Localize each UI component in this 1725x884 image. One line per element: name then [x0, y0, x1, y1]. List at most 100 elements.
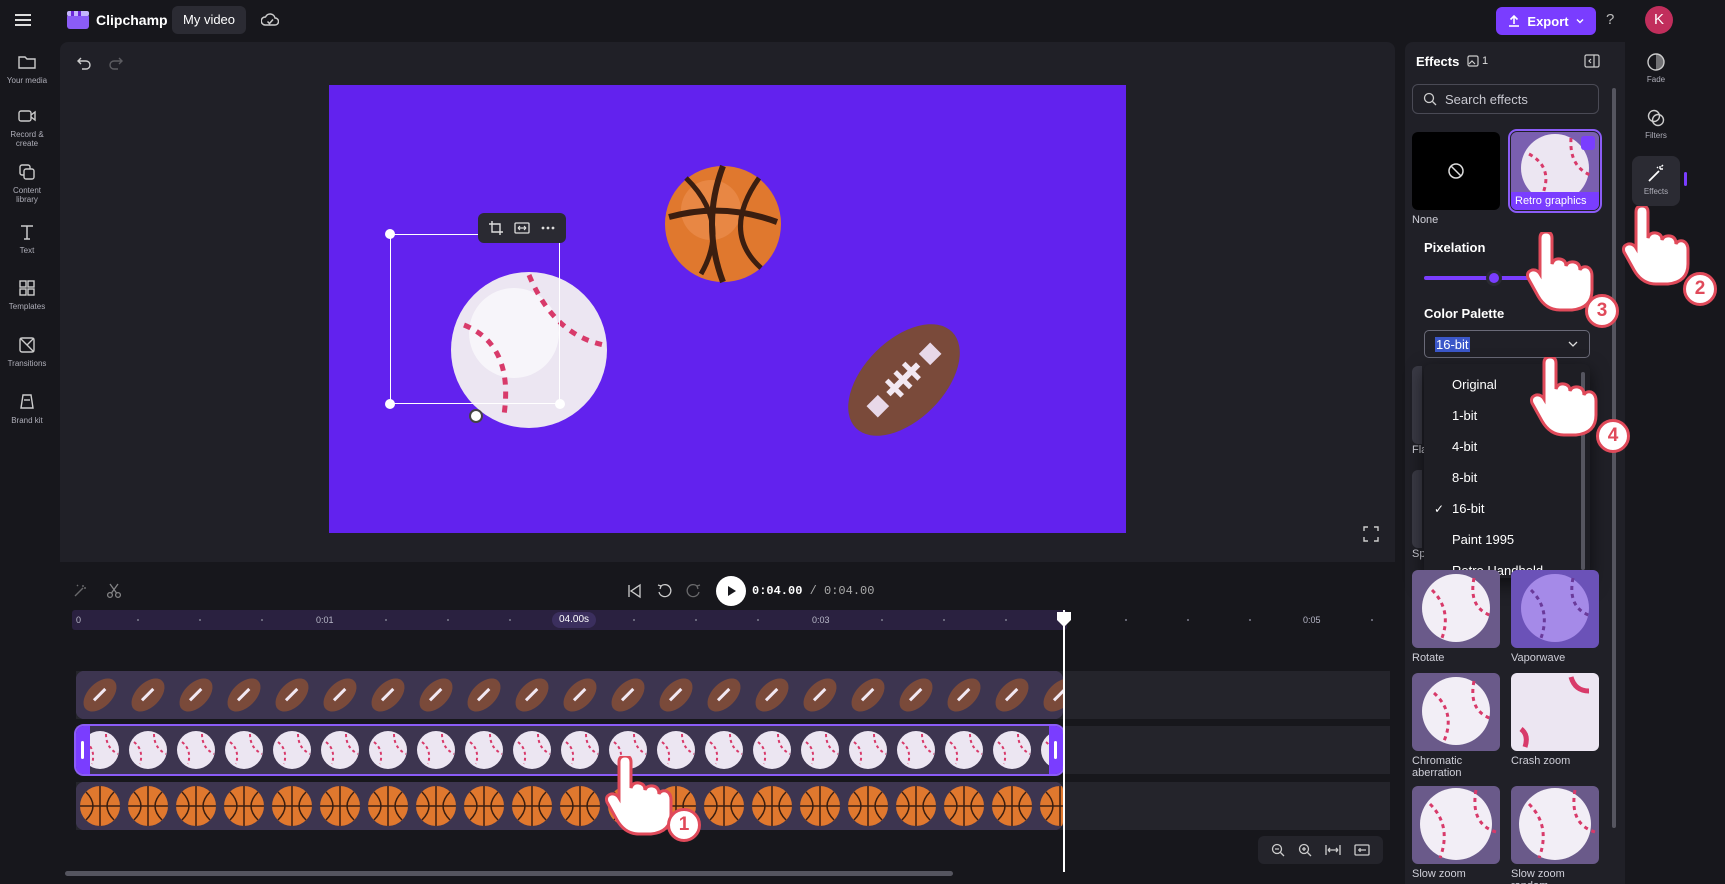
resize-handle[interactable] — [385, 399, 395, 409]
effect-card-label: Vaporwave — [1511, 652, 1566, 664]
basketball-clip[interactable] — [76, 782, 1063, 830]
trim-handle-right[interactable] — [1049, 726, 1063, 774]
menu-icon[interactable] — [14, 11, 32, 29]
palette-option-16bit[interactable]: ✓ 16-bit — [1424, 494, 1582, 524]
timeline-ruler[interactable]: 0 0:01 04.00s 0:03 — [72, 610, 1067, 630]
clipchamp-logo-icon — [67, 11, 89, 29]
crop-icon[interactable] — [489, 221, 504, 235]
project-name-tab[interactable]: My video — [172, 6, 247, 34]
rewind-5s-icon[interactable] — [656, 583, 672, 599]
rail-label: Effects — [1643, 187, 1669, 196]
baseball-clip[interactable] — [74, 724, 1065, 776]
nav-record-create[interactable]: Record & create — [0, 106, 54, 148]
zoom-controls — [1258, 836, 1383, 864]
adjust-settings-icon[interactable] — [1581, 136, 1595, 150]
effect-card-chromatic-aberration[interactable]: Chromatic aberration — [1412, 673, 1500, 779]
timeline-scrollbar[interactable] — [65, 871, 953, 876]
effect-card-label: Crash zoom — [1511, 755, 1571, 767]
palette-option-8bit[interactable]: 8-bit — [1424, 463, 1582, 493]
zoom-in-icon[interactable] — [1298, 843, 1312, 857]
football-image[interactable] — [839, 310, 969, 450]
color-palette-select[interactable]: 16-bit — [1424, 330, 1590, 358]
effect-card-rotate[interactable]: Rotate — [1412, 570, 1500, 664]
search-effects-field[interactable]: Search effects — [1412, 84, 1599, 114]
playhead[interactable] — [1063, 610, 1065, 872]
skip-back-icon[interactable] — [626, 583, 642, 599]
chevron-down-icon — [1576, 19, 1584, 24]
palette-option-paint-1995[interactable]: Paint 1995 — [1424, 525, 1582, 555]
nav-label: Brand kit — [11, 416, 43, 425]
nav-transitions[interactable]: Transitions — [0, 335, 54, 368]
effect-card-partial[interactable] — [1412, 470, 1422, 548]
palette-option-label: 16-bit — [1452, 501, 1485, 516]
text-icon — [21, 225, 33, 240]
rotate-handle-icon[interactable] — [469, 409, 483, 423]
video-canvas[interactable] — [329, 85, 1126, 533]
fit-timeline-icon[interactable] — [1325, 843, 1341, 857]
cloud-sync-icon[interactable] — [261, 12, 279, 28]
rail-filters[interactable]: Filters — [1632, 108, 1680, 140]
pixelation-slider-fill[interactable] — [1424, 276, 1532, 280]
effect-card-crash-zoom[interactable]: Crash zoom — [1511, 673, 1599, 767]
zoom-out-icon[interactable] — [1271, 843, 1285, 857]
nav-content-library[interactable]: Content library — [0, 162, 54, 204]
effect-card-label: Retro graphics — [1511, 192, 1599, 210]
chevron-down-icon — [1568, 341, 1578, 347]
effect-card-retro-graphics[interactable]: Retro graphics — [1508, 129, 1602, 213]
forward-5s-icon[interactable] — [686, 583, 702, 599]
trim-handle-left[interactable] — [76, 726, 90, 774]
crash-zoom-thumbnail — [1519, 676, 1590, 748]
effect-card-label: Rotate — [1412, 652, 1445, 664]
nav-label: Text — [19, 246, 35, 255]
effect-card-label: None — [1412, 214, 1439, 226]
rail-fade[interactable]: Fade — [1632, 52, 1680, 84]
magic-icon[interactable] — [72, 583, 88, 599]
floating-toolbar — [478, 213, 566, 243]
rail-effects[interactable]: Effects — [1632, 156, 1680, 206]
rail-label: Filters — [1645, 131, 1667, 140]
resize-handle[interactable] — [555, 399, 565, 409]
nav-your-media[interactable]: Your media — [0, 52, 54, 85]
panel-scrollbar[interactable] — [1612, 88, 1616, 828]
filters-icon — [1647, 109, 1665, 127]
effect-card-slow-zoom[interactable]: Slow zoom — [1412, 786, 1500, 880]
fit-icon[interactable] — [514, 221, 530, 235]
football-clip[interactable] — [76, 671, 1063, 719]
baseball-clip-thumbnails — [76, 726, 1063, 774]
resize-handle[interactable] — [385, 229, 395, 239]
playhead-handle[interactable] — [1055, 610, 1073, 628]
play-button[interactable] — [716, 576, 746, 606]
upload-icon — [1509, 14, 1520, 27]
slow-zoom-random-thumbnail — [1519, 788, 1596, 860]
effect-card-none[interactable]: None — [1412, 132, 1500, 226]
avatar[interactable]: K — [1645, 6, 1673, 34]
nav-templates[interactable]: Templates — [0, 278, 54, 311]
export-button[interactable]: Export — [1496, 7, 1596, 35]
time-separator: / — [802, 584, 825, 598]
effect-card-slow-zoom-random[interactable]: Slow zoom random — [1511, 786, 1599, 884]
basketball-image[interactable] — [661, 162, 785, 286]
fullscreen-icon[interactable] — [1363, 526, 1379, 542]
export-label: Export — [1527, 13, 1569, 29]
redo-icon[interactable] — [108, 54, 124, 70]
effect-card-vaporwave[interactable]: Vaporwave — [1511, 570, 1599, 664]
step-badge: 3 — [1585, 294, 1619, 328]
undo-icon[interactable] — [76, 54, 92, 70]
pixelation-label: Pixelation — [1424, 240, 1486, 255]
collapse-panel-icon[interactable] — [1584, 54, 1600, 68]
scissors-icon[interactable] — [106, 583, 122, 599]
basketball-clip-thumbnails — [76, 782, 1063, 830]
total-time: 0:04.00 — [824, 584, 875, 598]
hand-cursor-icon — [1530, 357, 1598, 437]
nav-brand-kit[interactable]: Brand kit — [0, 392, 54, 425]
playback-controls — [626, 576, 746, 606]
effects-wand-icon — [1648, 164, 1664, 182]
pixelation-slider-knob[interactable] — [1486, 270, 1502, 286]
help-icon[interactable]: ? — [1606, 11, 1614, 28]
timeline-tools — [72, 583, 122, 599]
effect-card-partial[interactable] — [1412, 366, 1422, 444]
nav-text[interactable]: Text — [0, 222, 54, 255]
expand-timeline-icon[interactable] — [1354, 843, 1371, 857]
more-options-icon[interactable] — [541, 221, 555, 235]
chromatic-aberration-thumbnail — [1422, 677, 1493, 745]
